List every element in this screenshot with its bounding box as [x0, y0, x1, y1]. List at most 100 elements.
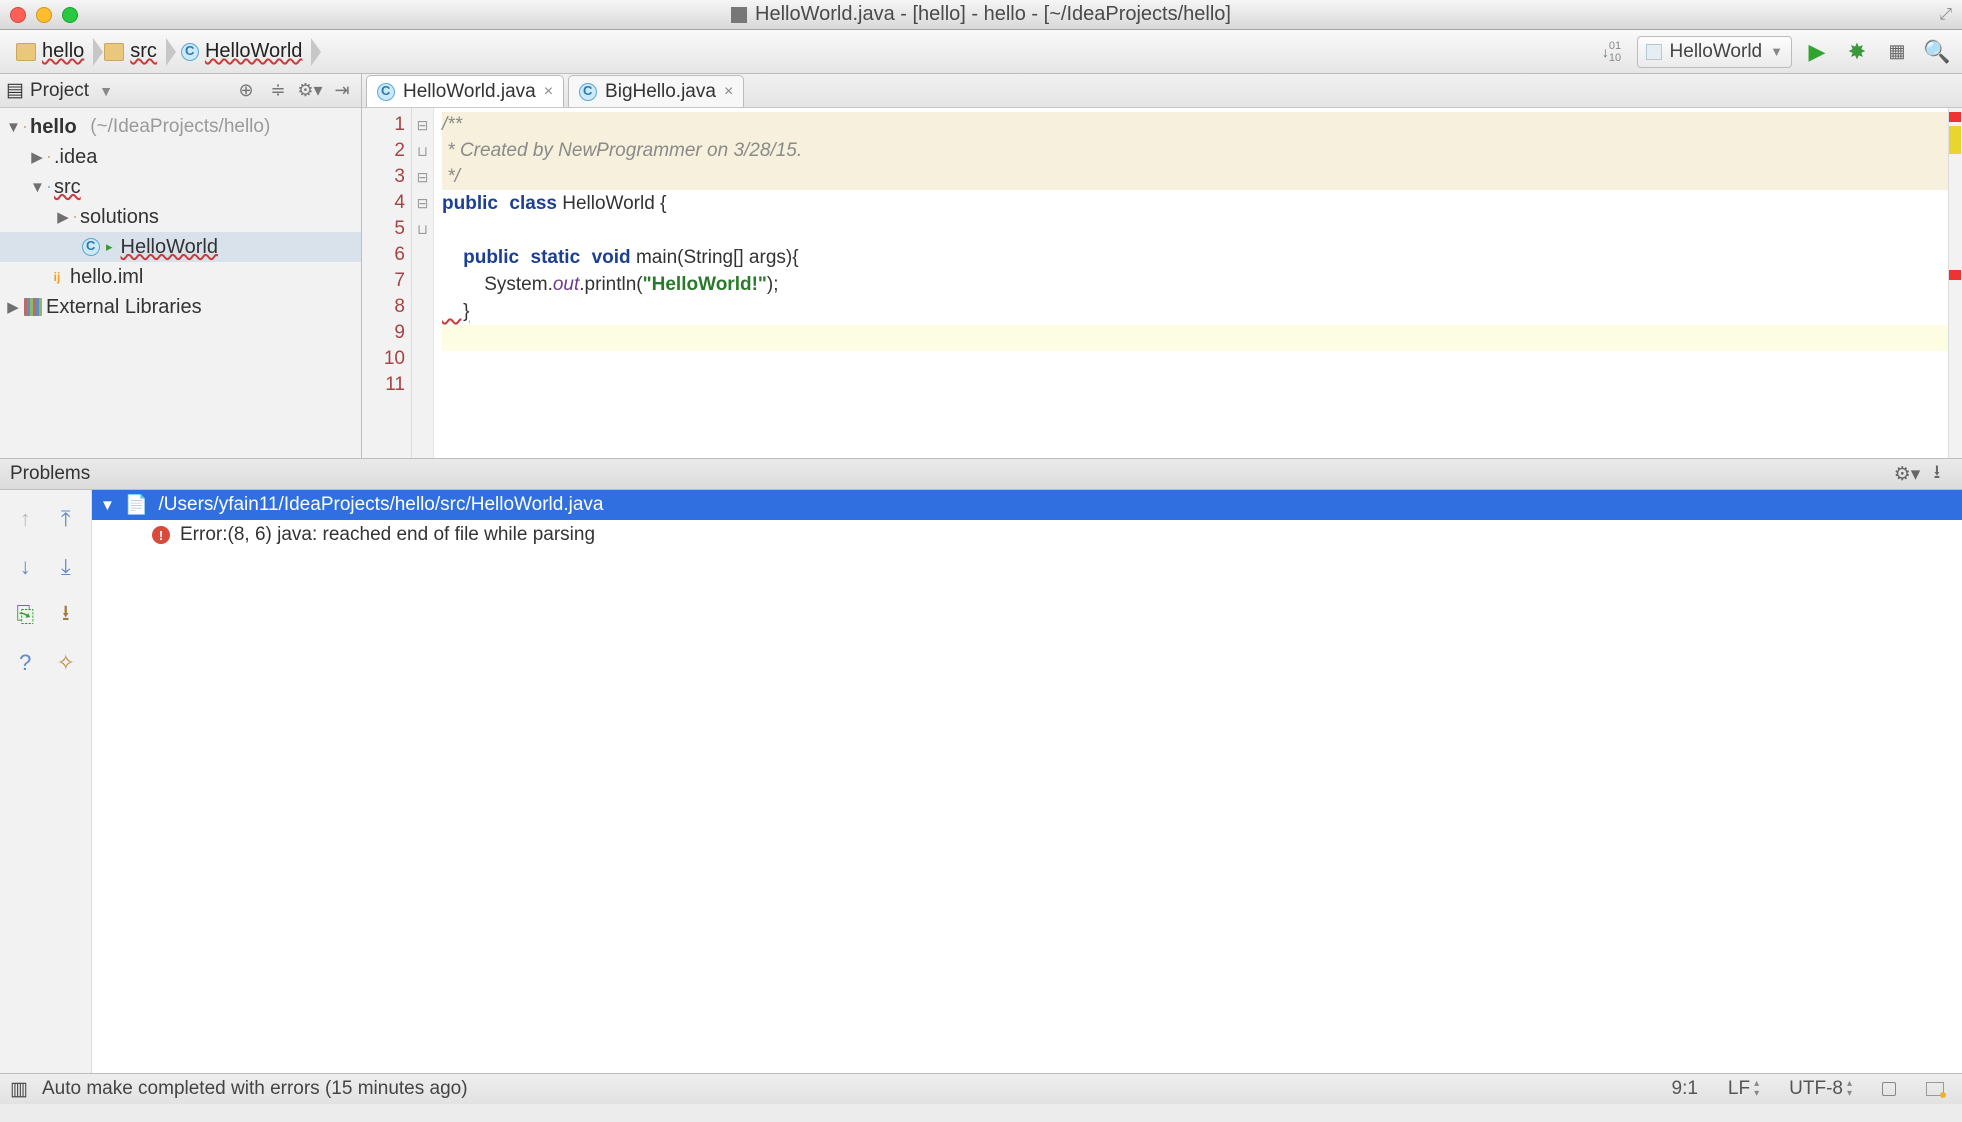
tree-item-label: .idea — [54, 146, 97, 169]
tree-item-idea[interactable]: ▶ .idea — [0, 142, 361, 172]
tree-item-label: External Libraries — [46, 296, 202, 319]
breadcrumb-folder[interactable]: src — [98, 35, 167, 69]
project-view-icon: ▤ — [6, 79, 24, 102]
chevron-down-icon: ▼ — [1770, 44, 1783, 59]
expand-arrow-icon[interactable]: ▶ — [6, 298, 20, 316]
problems-list[interactable]: ▼ 📄 /Users/yfain11/IdeaProjects/hello/sr… — [92, 490, 1962, 1073]
encoding-selector[interactable]: UTF-8▴▾ — [1781, 1078, 1860, 1100]
folder-icon — [104, 43, 124, 61]
runnable-icon: ▸ — [106, 239, 113, 255]
window-controls — [10, 7, 78, 23]
expand-arrow-icon[interactable]: ▶ — [30, 148, 44, 166]
run-config-selector[interactable]: HelloWorld ▼ — [1637, 36, 1792, 68]
import-button[interactable]: ⭳ — [49, 594, 84, 636]
chevron-down-icon[interactable]: ▼ — [99, 83, 113, 99]
breadcrumb-project-label: hello — [42, 40, 84, 63]
collapse-button[interactable]: ≑ — [265, 78, 291, 104]
error-icon: ! — [152, 526, 170, 544]
tree-item-helloworld[interactable]: ▸ HelloWorld — [0, 232, 361, 262]
collapse-arrow-icon[interactable]: ▼ — [100, 497, 115, 514]
problems-panel-header[interactable]: Problems ⚙▾ ⭳ — [0, 458, 1962, 490]
error-marker[interactable] — [1949, 112, 1961, 122]
minimize-window-button[interactable] — [36, 7, 52, 23]
debug-button[interactable]: ✸ — [1842, 37, 1872, 67]
tab-label: HelloWorld.java — [403, 81, 536, 103]
expand-arrow-icon[interactable]: ▼ — [6, 119, 20, 136]
run-config-label: HelloWorld — [1670, 41, 1763, 63]
make-project-button[interactable]: ↓0110 — [1597, 37, 1627, 67]
status-message: Auto make completed with errors (15 minu… — [42, 1078, 468, 1100]
tree-root-path: (~/IdeaProjects/hello) — [90, 116, 270, 138]
class-icon — [181, 43, 199, 61]
expand-arrow-icon[interactable]: ▶ — [56, 208, 70, 226]
hide-button[interactable]: ⇥ — [329, 78, 355, 104]
class-icon — [377, 83, 395, 101]
warning-marker[interactable] — [1949, 126, 1961, 154]
error-stripe[interactable] — [1948, 108, 1962, 458]
folder-icon — [16, 43, 36, 61]
settings-gear-icon[interactable]: ⚙▾ — [297, 78, 323, 104]
scroll-to-source-button[interactable]: ⊕ — [233, 78, 259, 104]
tree-item-label: src — [54, 176, 81, 199]
tree-root-label: hello — [30, 116, 77, 139]
tool-settings-button[interactable]: ✧ — [49, 642, 84, 684]
tree-item-label: hello.iml — [70, 266, 143, 289]
problems-file-node[interactable]: ▼ 📄 /Users/yfain11/IdeaProjects/hello/sr… — [92, 490, 1962, 520]
class-icon — [579, 83, 597, 101]
editor-area: HelloWorld.java × BigHello.java × 123456… — [362, 74, 1962, 458]
project-tree[interactable]: ▼ hello (~/IdeaProjects/hello) ▶ .idea ▼… — [0, 108, 361, 458]
tree-item-iml[interactable]: ij hello.iml — [0, 262, 361, 292]
folder-icon — [48, 156, 50, 158]
tree-item-label: solutions — [80, 206, 159, 229]
close-tab-icon[interactable]: × — [544, 83, 553, 101]
tree-item-solutions[interactable]: ▶ solutions — [0, 202, 361, 232]
next-button[interactable]: ↓ — [8, 546, 43, 588]
breadcrumb-class-label: HelloWorld — [205, 40, 302, 63]
libraries-icon — [24, 298, 42, 316]
inspections-indicator[interactable] — [1918, 1082, 1952, 1096]
line-separator-selector[interactable]: LF▴▾ — [1720, 1078, 1767, 1100]
help-button[interactable]: ? — [8, 642, 43, 684]
export-button[interactable]: ⎘ — [8, 594, 43, 636]
project-view-title[interactable]: Project — [30, 80, 89, 102]
expand-collapse-up-button[interactable]: ⤒ — [49, 498, 84, 540]
source-folder-icon — [48, 186, 50, 188]
code-editor[interactable]: 1234567891011 ⊟⊔⊟⊟⊔ /** * Created by New… — [362, 108, 1962, 458]
problems-error-item[interactable]: ! Error:(8, 6) java: reached end of file… — [92, 520, 1962, 550]
readonly-toggle[interactable] — [1874, 1082, 1904, 1096]
fullscreen-icon[interactable]: ⤢ — [1939, 6, 1952, 24]
expand-arrow-icon[interactable]: ▼ — [30, 179, 44, 196]
problems-toolbar: ↑ ⤒ ↓ ⤓ ⎘ ⭳ ? ✧ — [0, 490, 92, 1073]
zoom-window-button[interactable] — [62, 7, 78, 23]
project-view-header: ▤ Project ▼ ⊕ ≑ ⚙▾ ⇥ — [0, 74, 361, 108]
tree-item-src[interactable]: ▼ src — [0, 172, 361, 202]
project-tool-window: ▤ Project ▼ ⊕ ≑ ⚙▾ ⇥ ▼ hello (~/IdeaProj… — [0, 74, 362, 458]
line-number-gutter: 1234567891011 — [362, 108, 412, 458]
cursor-position[interactable]: 9:1 — [1664, 1078, 1706, 1100]
close-tab-icon[interactable]: × — [724, 83, 733, 101]
search-button[interactable]: 🔍 — [1922, 37, 1952, 67]
iml-icon: ij — [48, 268, 66, 286]
tab-helloworld[interactable]: HelloWorld.java × — [366, 75, 564, 107]
fold-gutter[interactable]: ⊟⊔⊟⊟⊔ — [412, 108, 434, 458]
hide-panel-icon[interactable]: ⭳ — [1922, 459, 1952, 489]
package-icon — [74, 216, 76, 218]
status-tool-windows-icon[interactable]: ▥ — [10, 1078, 28, 1101]
breadcrumb-class[interactable]: HelloWorld — [175, 35, 312, 69]
tab-label: BigHello.java — [605, 81, 716, 103]
prev-button[interactable]: ↑ — [8, 498, 43, 540]
settings-gear-icon[interactable]: ⚙▾ — [1892, 459, 1922, 489]
inspector-icon — [1926, 1082, 1944, 1096]
breadcrumb-project[interactable]: hello — [10, 35, 94, 69]
tab-bighello[interactable]: BigHello.java × — [568, 75, 744, 107]
run-button[interactable]: ▶ — [1802, 37, 1832, 67]
expand-collapse-down-button[interactable]: ⤓ — [49, 546, 84, 588]
layout-button[interactable]: ▦ — [1882, 37, 1912, 67]
code-content[interactable]: /** * Created by NewProgrammer on 3/28/1… — [434, 108, 1948, 458]
window-titlebar: HelloWorld.java - [hello] - hello - [~/I… — [0, 0, 1962, 30]
tree-item-external-libs[interactable]: ▶ External Libraries — [0, 292, 361, 322]
close-window-button[interactable] — [10, 7, 26, 23]
tree-item-label: HelloWorld — [121, 236, 218, 259]
tree-root[interactable]: ▼ hello (~/IdeaProjects/hello) — [0, 112, 361, 142]
error-marker[interactable] — [1949, 270, 1961, 280]
